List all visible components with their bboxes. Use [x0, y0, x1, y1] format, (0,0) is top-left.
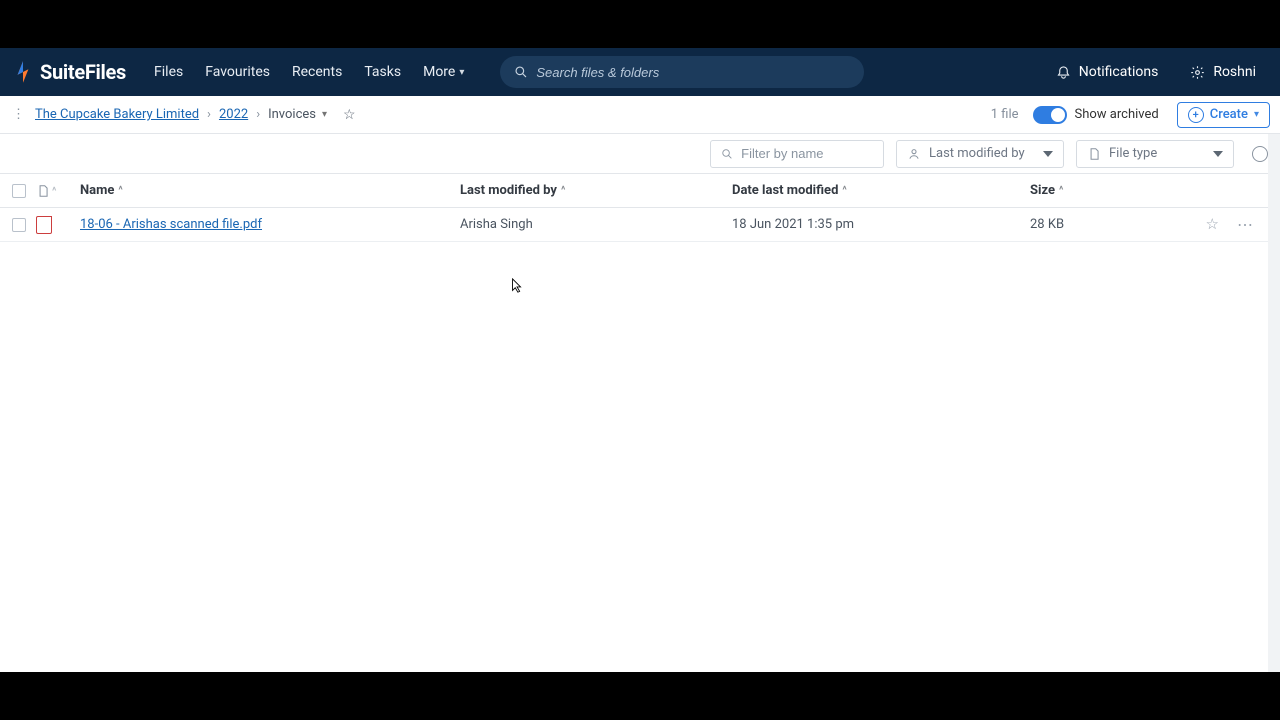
filter-name-input-wrap[interactable] — [710, 140, 884, 168]
favourite-folder-button[interactable]: ☆ — [343, 107, 356, 123]
info-button[interactable] — [1252, 146, 1268, 162]
logo[interactable]: SuiteFiles — [14, 60, 126, 84]
chevron-down-icon: ▾ — [322, 109, 327, 120]
gear-icon — [1190, 65, 1205, 80]
row-checkbox[interactable] — [12, 218, 26, 232]
column-date-label: Date last modified — [732, 183, 838, 198]
chevron-right-icon: › — [207, 107, 211, 122]
filter-file-type-label: File type — [1109, 146, 1157, 161]
dropdown-caret-icon — [1213, 151, 1223, 157]
breadcrumb-second[interactable]: 2022 — [219, 107, 248, 122]
cell-modified-by: Arisha Singh — [460, 217, 732, 232]
table-header: ^ Name ^ Last modified by ^ Date last mo… — [0, 174, 1280, 208]
chevron-down-icon: ▾ — [1254, 109, 1259, 120]
file-icon — [36, 183, 50, 199]
column-size-label: Size — [1030, 183, 1055, 198]
bell-icon — [1056, 65, 1071, 80]
notifications-button[interactable]: Notifications — [1046, 58, 1169, 86]
plus-icon: + — [1188, 107, 1204, 123]
dropdown-caret-icon — [1043, 151, 1053, 157]
table-row[interactable]: 18-06 - Arishas scanned file.pdf Arisha … — [0, 208, 1280, 242]
nav-files[interactable]: Files — [144, 58, 193, 86]
show-archived-label: Show archived — [1075, 107, 1159, 122]
column-modified-by[interactable]: Last modified by ^ — [460, 183, 732, 198]
notifications-label: Notifications — [1079, 64, 1159, 80]
row-more-button[interactable]: ⋯ — [1237, 215, 1254, 234]
column-modified-by-label: Last modified by — [460, 183, 557, 198]
file-name-link[interactable]: 18-06 - Arishas scanned file.pdf — [80, 217, 262, 232]
column-name-label: Name — [80, 183, 114, 198]
chevron-right-icon: › — [256, 107, 260, 122]
brand-name: SuiteFiles — [40, 60, 126, 84]
filter-modified-by[interactable]: Last modified by — [896, 140, 1064, 168]
sort-asc-icon: ^ — [118, 185, 122, 196]
breadcrumb-current[interactable]: Invoices ▾ — [268, 107, 327, 122]
filters-bar: Last modified by File type — [0, 134, 1280, 174]
nav-favourites[interactable]: Favourites — [195, 58, 280, 86]
user-icon — [907, 147, 921, 161]
select-all-checkbox[interactable] — [12, 184, 26, 198]
scrollbar[interactable] — [1268, 134, 1280, 672]
column-name[interactable]: Name ^ — [70, 183, 460, 198]
file-icon — [1087, 147, 1101, 161]
nav-more[interactable]: More ▾ — [413, 58, 474, 86]
nav-recents[interactable]: Recents — [282, 58, 352, 86]
search-icon — [721, 147, 733, 161]
topbar: SuiteFiles Files Favourites Recents Task… — [0, 48, 1280, 96]
search-icon — [514, 65, 528, 79]
breadcrumb-current-label: Invoices — [268, 107, 316, 122]
nav-links: Files Favourites Recents Tasks More ▾ — [144, 58, 474, 86]
pdf-icon — [36, 216, 52, 234]
chevron-down-icon: ▾ — [459, 67, 464, 78]
column-date[interactable]: Date last modified ^ — [732, 183, 1030, 198]
create-label: Create — [1210, 107, 1248, 122]
row-favourite-button[interactable]: ☆ — [1206, 215, 1219, 234]
logo-icon — [14, 60, 32, 84]
cell-size: 28 KB — [1030, 217, 1140, 232]
sort-asc-icon: ^ — [561, 185, 565, 196]
filter-modified-by-label: Last modified by — [929, 146, 1025, 161]
file-count: 1 file — [991, 107, 1019, 122]
drag-handle-icon[interactable]: ⋮ — [10, 107, 27, 122]
user-name: Roshni — [1213, 64, 1256, 80]
filter-file-type[interactable]: File type — [1076, 140, 1234, 168]
breadcrumb-bar: ⋮ The Cupcake Bakery Limited › 2022 › In… — [0, 96, 1280, 134]
user-menu[interactable]: Roshni — [1180, 58, 1266, 86]
filter-name-input[interactable] — [741, 146, 873, 161]
sort-type-header[interactable] — [28, 183, 52, 199]
nav-more-label: More — [423, 64, 455, 80]
search-input[interactable] — [536, 65, 850, 80]
create-button[interactable]: + Create ▾ — [1177, 102, 1270, 128]
column-size[interactable]: Size ^ — [1030, 183, 1140, 198]
show-archived-toggle[interactable] — [1033, 106, 1067, 124]
breadcrumb-root[interactable]: The Cupcake Bakery Limited — [35, 107, 199, 122]
sort-asc-icon: ^ — [1059, 185, 1063, 196]
search-pill[interactable] — [500, 56, 864, 88]
cursor-icon — [511, 278, 523, 294]
sort-caret: ^ — [52, 183, 70, 198]
cell-date: 18 Jun 2021 1:35 pm — [732, 217, 1030, 232]
sort-asc-icon: ^ — [842, 185, 846, 196]
nav-tasks[interactable]: Tasks — [354, 58, 411, 86]
